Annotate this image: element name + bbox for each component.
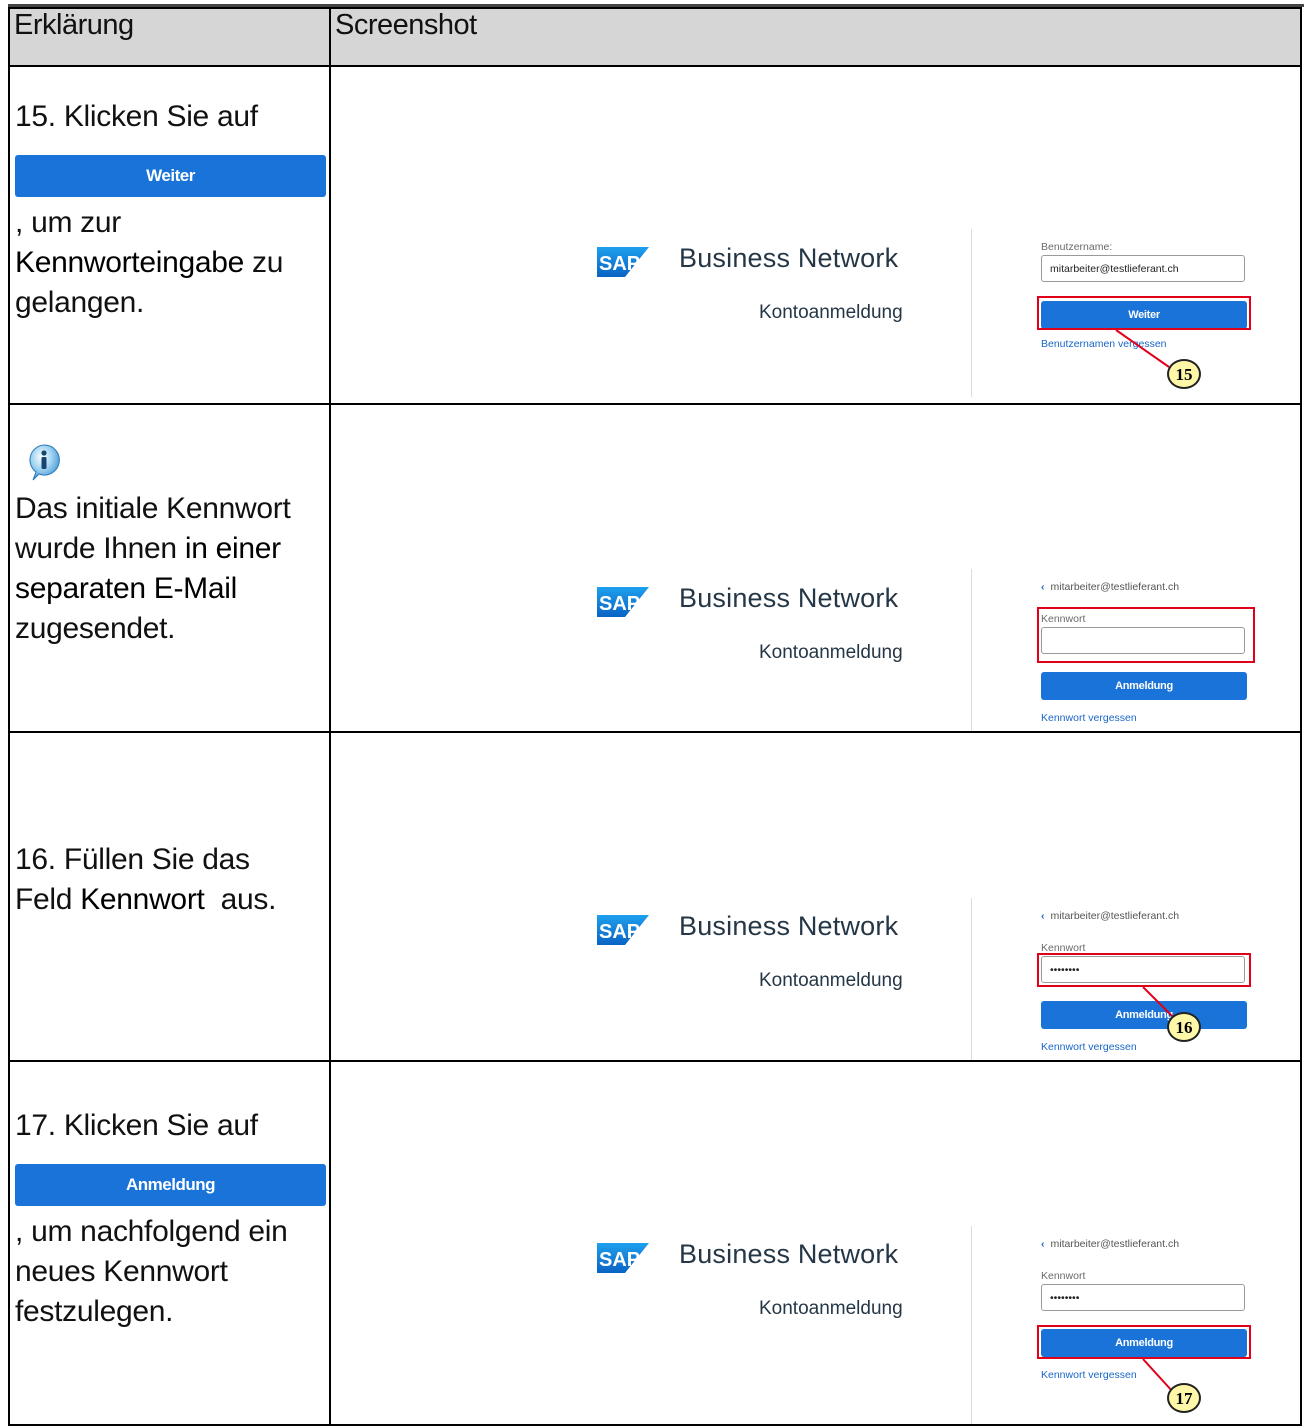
forgot-password-link[interactable]: Kennwort vergessen [1041,712,1137,724]
explanation-cell: 17. Klicken Sie auf Anmeldung , um nachf… [8,1060,331,1426]
svg-text:SAP: SAP [599,593,640,615]
step-text: aus. [204,883,277,916]
divider [971,569,972,730]
table-header-row: Erklärung Screenshot [8,7,1302,67]
info-keyword: in einer [184,532,281,565]
explanation-cell: 16. Füllen Sie das Feld Kennwort aus. [8,731,331,1062]
info-text: Das initiale Kennwort [15,492,291,525]
explanation-cell: Das initiale Kennwort wurde Ihnen in ein… [8,403,331,733]
header-explanation: Erklärung [8,7,331,67]
info-text: wurde Ihnen [15,532,185,565]
step-keyword: Kennwort [80,883,205,916]
step-text: 15. Klicken Sie auf [15,100,258,133]
chevron-left-icon: ‹ [1041,581,1045,593]
step-text-continued: , um zur [15,206,121,239]
screenshot-cell: SAP Business Network Kontoanmeldung Benu… [329,65,1302,405]
step-text-continued: gelangen. [15,286,145,319]
weiter-button-sample: Weiter [15,155,326,197]
info-bubble-icon [29,444,60,481]
step-text-continued: festzulegen. [15,1295,174,1328]
callout-badge: 17 [1167,1383,1201,1413]
info-text: zugesendet. [15,612,176,645]
highlight-box [1037,607,1255,663]
product-title: Business Network [679,583,899,613]
info-row: Das initiale Kennwort wurde Ihnen in ein… [8,403,1302,733]
step-text-continued: zu [244,246,284,279]
step-row-16: 16. Füllen Sie das Feld Kennwort aus. SA… [8,731,1302,1062]
screenshot-cell: SAP Business Network Kontoanmeldung ‹ mit… [329,1060,1302,1426]
header-screenshot: Screenshot [329,7,1302,67]
screenshot-cell: SAP Business Network Kontoanmeldung ‹ mit… [329,731,1302,1062]
callout-badge: 16 [1167,1012,1201,1042]
anmeldung-button-sample: Anmeldung [15,1164,326,1206]
sap-logo-icon: SAP [597,587,649,617]
callout-badge: 15 [1167,359,1201,389]
step-row-17: 17. Klicken Sie auf Anmeldung , um nachf… [8,1060,1302,1426]
step-row-15: 15. Klicken Sie auf Weiter , um zur Kenn… [8,65,1302,405]
screenshot-cell: SAP Business Network Kontoanmeldung ‹ mit… [329,403,1302,733]
step-keyword: Kennworteingabe [15,246,245,279]
callout-leader [1115,329,1170,368]
step-text: 16. Füllen Sie das [15,843,250,876]
callout-leader [1142,1358,1174,1393]
explanation-cell: 15. Klicken Sie auf Weiter , um zur Kenn… [8,65,331,405]
step-text-continued: neues Kennwort [15,1255,228,1288]
callout-leader [1142,986,1174,1018]
back-user-link[interactable]: ‹ mitarbeiter@testlieferant.ch [1041,581,1179,593]
step-text-continued: , um nachfolgend ein [15,1215,288,1248]
step-text: 17. Klicken Sie auf [15,1109,258,1142]
step-text: Feld [15,883,81,916]
instruction-table: Erklärung Screenshot 15. Klicken Sie auf… [8,7,1302,1426]
info-keyword: separaten E-Mail [15,572,237,605]
anmeldung-button[interactable]: Anmeldung [1041,672,1247,700]
page-subtitle: Kontoanmeldung [759,642,903,663]
